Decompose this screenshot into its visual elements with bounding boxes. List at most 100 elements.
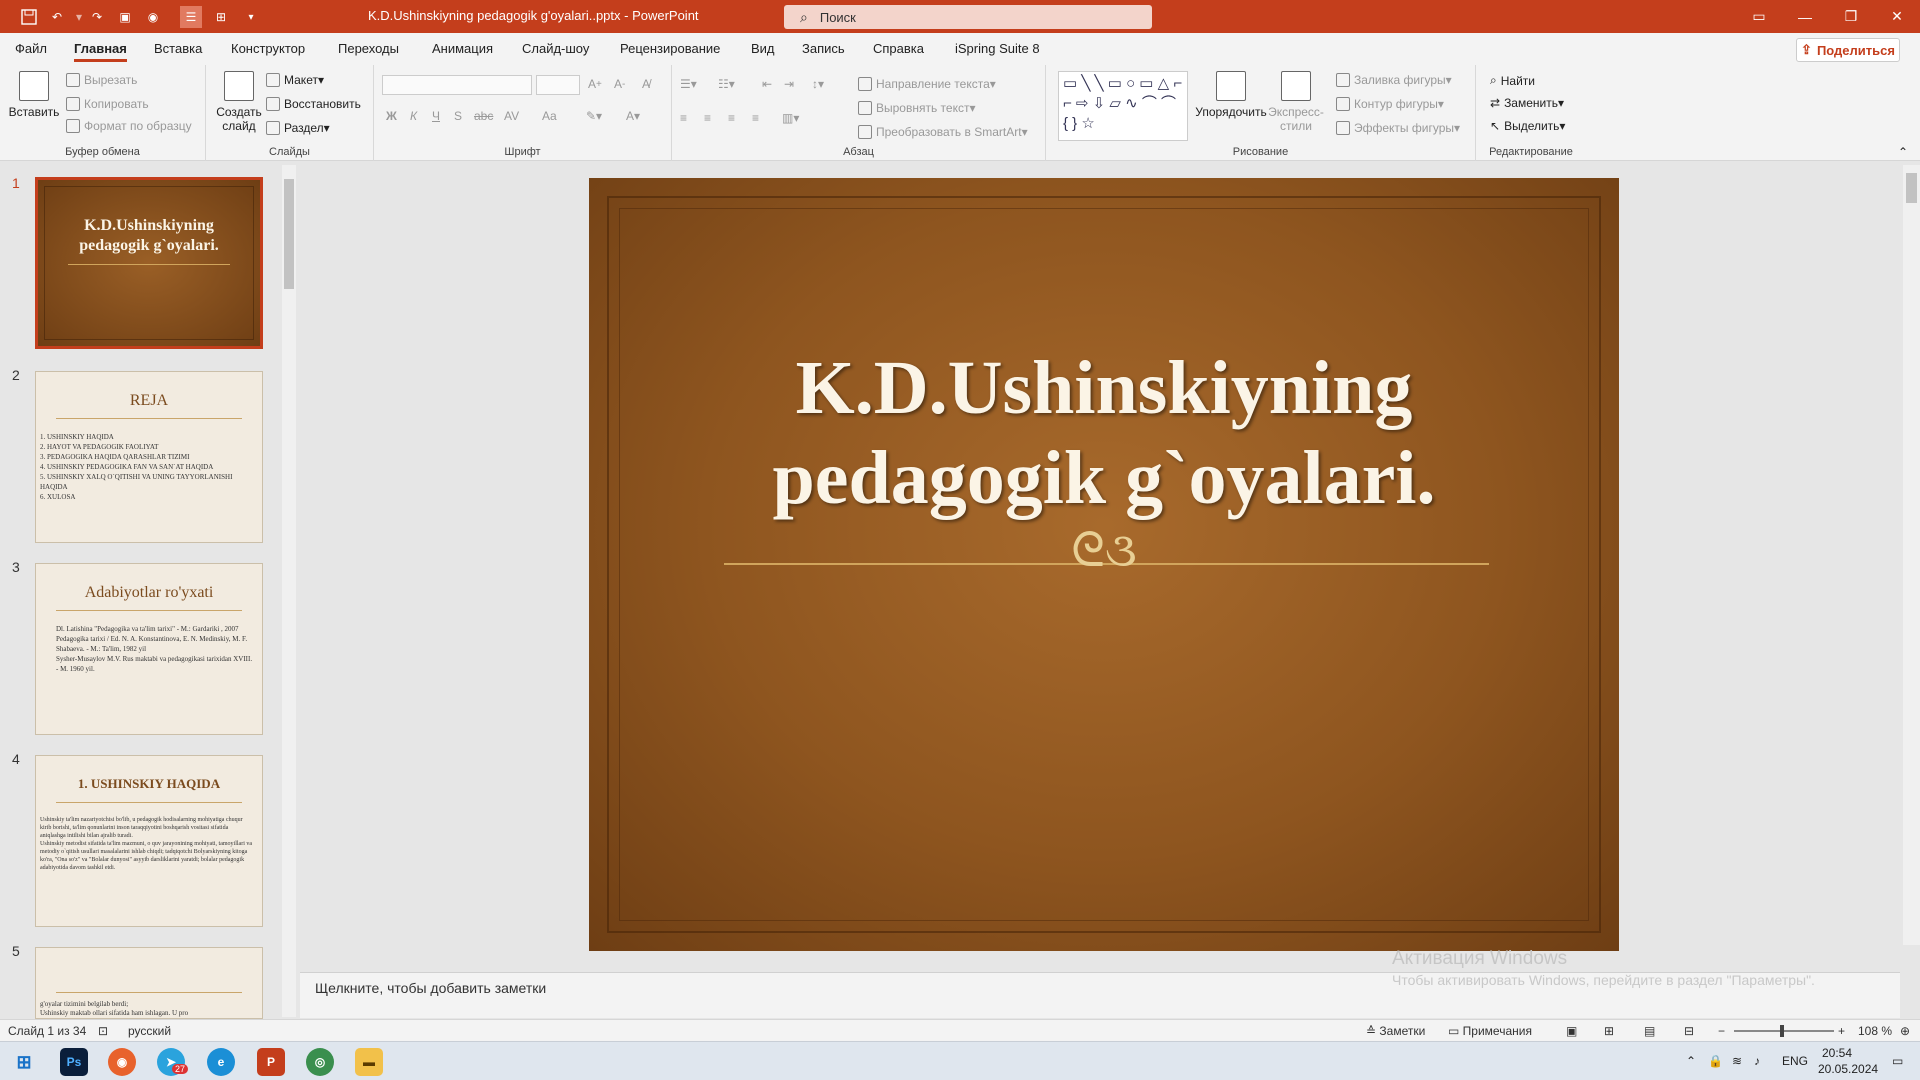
align-left-icon[interactable]: ≡ — [680, 111, 687, 125]
file-explorer-icon[interactable]: ▬ — [355, 1048, 383, 1076]
format-painter-button[interactable]: Формат по образцу — [66, 119, 192, 133]
increase-indent-icon[interactable]: ⇥ — [784, 77, 794, 91]
reset-button[interactable]: Восстановить — [266, 97, 361, 111]
tab-transitions[interactable]: Переходы — [338, 41, 399, 56]
select-button[interactable]: ↖ Выделить ▾ — [1490, 119, 1565, 133]
tab-animations[interactable]: Анимация — [432, 41, 493, 56]
powerpoint-icon[interactable]: P — [257, 1048, 285, 1076]
font-size-select[interactable] — [536, 75, 580, 95]
zoom-slider-thumb[interactable] — [1780, 1025, 1784, 1037]
zoom-slider[interactable] — [1734, 1030, 1834, 1032]
tab-ispring[interactable]: iSpring Suite 8 — [955, 41, 1040, 56]
slide-thumbnail-4[interactable]: 1. USHINSKIY HAQIDA Ushinskiy ta'lim naz… — [35, 755, 263, 927]
columns-icon[interactable]: ▥▾ — [782, 111, 799, 125]
shadow-button[interactable]: S — [454, 109, 462, 123]
tab-slideshow[interactable]: Слайд-шоу — [522, 41, 589, 56]
zoom-level[interactable]: 108 % — [1858, 1024, 1892, 1038]
clock-date[interactable]: 20.05.2024 — [1818, 1062, 1878, 1076]
fit-slide-icon[interactable]: ⊕ — [1900, 1024, 1910, 1038]
find-button[interactable]: ⌕ Найти — [1490, 73, 1535, 88]
tab-home[interactable]: Главная — [74, 41, 127, 62]
italic-button[interactable]: К — [410, 109, 417, 123]
highlight-icon[interactable]: ✎▾ — [586, 109, 602, 123]
font-color-icon[interactable]: A▾ — [626, 109, 640, 123]
redo-icon[interactable]: ↷ — [86, 6, 108, 28]
notifications-icon[interactable]: ▭ — [1892, 1054, 1903, 1068]
tab-help[interactable]: Справка — [873, 41, 924, 56]
replace-button[interactable]: ⇄ Заменить ▾ — [1490, 96, 1564, 110]
smartart-button[interactable]: Преобразовать в SmartArt ▾ — [858, 125, 1028, 139]
slide-thumbnail-2[interactable]: REJA 1. USHINSKIY HAQIDA 2. HAYOT VA PED… — [35, 371, 263, 543]
close-button[interactable]: ✕ — [1874, 0, 1920, 33]
quick-styles-button[interactable]: Экспресс-стили — [1268, 71, 1324, 133]
tab-review[interactable]: Рецензирование — [620, 41, 720, 56]
underline-button[interactable]: Ч — [432, 109, 440, 123]
normal-view-icon[interactable]: ▣ — [1566, 1024, 1577, 1038]
slide-title[interactable]: K.D.Ushinskiyning pedagogik g`oyalari. — [649, 343, 1559, 523]
ribbon-display-icon[interactable]: ▭ — [1736, 0, 1782, 33]
slide-thumbnail-3[interactable]: Adabiyotlar ro'yxati Dl. Latishina "Peda… — [35, 563, 263, 735]
customize-toolbar-icon[interactable]: ▾ — [240, 6, 262, 28]
new-slide-button[interactable]: Создать слайд — [214, 71, 264, 133]
strikethrough-button[interactable]: abc — [474, 109, 493, 123]
shapes-gallery[interactable]: ▭ ╲ ╲ ▭ ○ ▭ △ ⌐ ⌐ ⇨ ⇩ ▱ ∿ ⌒ ⌒ { } ☆ — [1058, 71, 1188, 141]
tab-design[interactable]: Конструктор — [231, 41, 305, 56]
slide-sorter-icon[interactable]: ⊞ — [1604, 1024, 1614, 1038]
shape-fill-button[interactable]: Заливка фигуры ▾ — [1336, 73, 1452, 87]
paste-button[interactable]: Вставить — [8, 71, 60, 119]
layout-view-icon[interactable]: ☰ — [180, 6, 202, 28]
bold-button[interactable]: Ж — [386, 109, 397, 123]
slide-thumbnail-1[interactable]: K.D.Ushinskiyning pedagogik g`oyalari. — [35, 177, 263, 349]
language-indicator[interactable]: русский — [128, 1024, 171, 1038]
thumbnails-scrollbar[interactable] — [282, 165, 296, 1017]
windows-start-icon[interactable]: ⊞ — [10, 1048, 38, 1076]
undo-icon[interactable]: ↶ — [46, 6, 68, 28]
search-box[interactable]: ⌕ Поиск — [784, 5, 1152, 29]
grow-font-icon[interactable]: A + — [588, 77, 602, 91]
notes-toggle[interactable]: ≙ Заметки — [1366, 1024, 1425, 1038]
align-text-button[interactable]: Выровнять текст ▾ — [858, 101, 976, 115]
volume-icon[interactable]: ♪ — [1754, 1054, 1760, 1068]
text-direction-button[interactable]: Направление текста ▾ — [858, 77, 996, 91]
input-language[interactable]: ENG — [1782, 1054, 1808, 1068]
reading-view-icon[interactable]: ▤ — [1644, 1024, 1655, 1038]
record-icon[interactable]: ◉ — [142, 6, 164, 28]
comments-toggle[interactable]: ▭ Примечания — [1448, 1024, 1532, 1038]
slideshow-view-icon[interactable]: ⊟ — [1684, 1024, 1694, 1038]
cut-button[interactable]: Вырезать — [66, 73, 137, 87]
line-spacing-icon[interactable]: ↕▾ — [812, 77, 824, 91]
align-center-icon[interactable]: ≡ — [704, 111, 711, 125]
tab-insert[interactable]: Вставка — [154, 41, 202, 56]
accessibility-icon[interactable]: ⊡ — [98, 1024, 108, 1038]
arrange-button[interactable]: Упорядочить — [1195, 71, 1267, 119]
security-icon[interactable]: 🔒 — [1708, 1054, 1723, 1068]
tab-record[interactable]: Запись — [802, 41, 845, 56]
restore-button[interactable]: ❐ — [1828, 0, 1874, 33]
char-spacing-button[interactable]: AV — [504, 109, 519, 123]
align-right-icon[interactable]: ≡ — [728, 111, 735, 125]
justify-icon[interactable]: ≡ — [752, 111, 759, 125]
shrink-font-icon[interactable]: A- — [614, 77, 625, 91]
photoshop-icon[interactable]: Ps — [60, 1048, 88, 1076]
shape-effects-button[interactable]: Эффекты фигуры ▾ — [1336, 121, 1460, 135]
slide-scrollbar[interactable] — [1903, 165, 1920, 945]
collapse-ribbon-icon[interactable]: ⌃ — [1898, 145, 1908, 159]
chrome-icon[interactable]: ◎ — [306, 1048, 334, 1076]
presentation-start-icon[interactable]: ▣ — [114, 6, 136, 28]
clear-format-icon[interactable]: A̸ — [642, 77, 650, 91]
scrollbar-thumb[interactable] — [1906, 173, 1917, 203]
section-button[interactable]: Раздел ▾ — [266, 121, 330, 135]
tab-file[interactable]: Файл — [15, 41, 47, 56]
scrollbar-thumb[interactable] — [284, 179, 294, 289]
tray-expand-icon[interactable]: ⌃ — [1686, 1054, 1696, 1068]
change-case-button[interactable]: Aa — [542, 109, 557, 123]
tab-view[interactable]: Вид — [751, 41, 775, 56]
slide-thumbnail-5[interactable]: g'oyalar tizimini belgilab berdi; Ushins… — [35, 947, 263, 1019]
font-name-select[interactable] — [382, 75, 532, 95]
decrease-indent-icon[interactable]: ⇤ — [762, 77, 772, 91]
wifi-icon[interactable]: ≋ — [1732, 1054, 1742, 1068]
zoom-in-icon[interactable]: + — [1838, 1024, 1845, 1038]
minimize-button[interactable]: — — [1782, 0, 1828, 33]
save-icon[interactable] — [18, 6, 40, 28]
clock-time[interactable]: 20:54 — [1822, 1046, 1852, 1060]
